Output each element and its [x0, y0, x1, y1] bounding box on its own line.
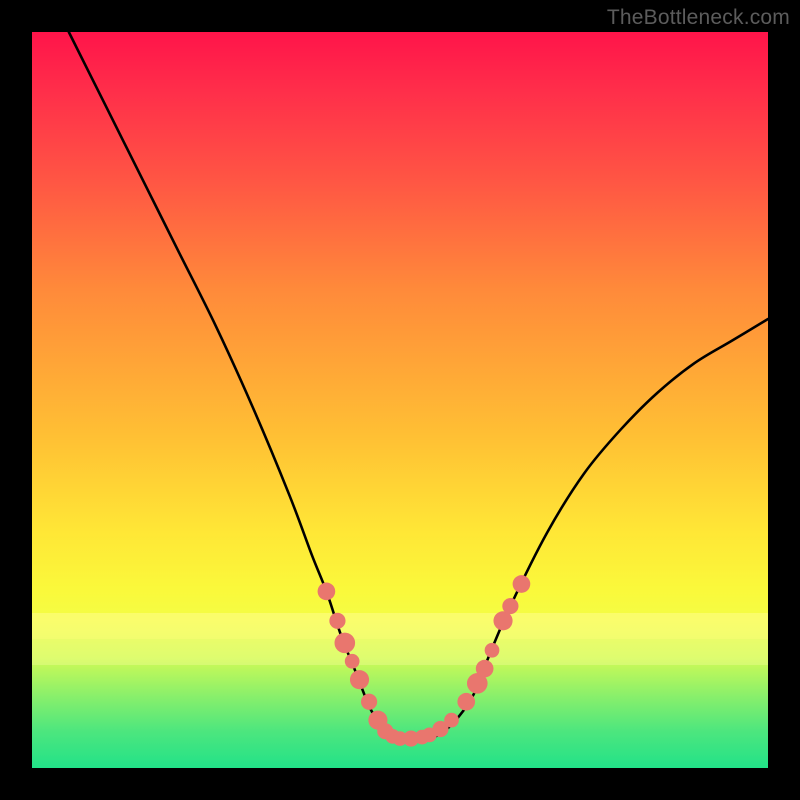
highlight-dot — [476, 660, 494, 678]
highlight-dot — [329, 613, 345, 629]
highlight-dot — [350, 670, 369, 689]
watermark-text: TheBottleneck.com — [607, 6, 790, 30]
highlight-dot — [361, 694, 377, 710]
highlight-dot — [513, 575, 531, 593]
highlight-dot — [444, 713, 459, 728]
chart-svg — [32, 32, 768, 768]
highlight-dot — [502, 598, 518, 614]
chart-plot-area — [32, 32, 768, 768]
highlight-dot — [334, 633, 355, 654]
highlight-dot — [345, 654, 360, 669]
highlight-dot — [318, 583, 336, 601]
highlight-dot — [457, 693, 475, 711]
highlight-dot — [485, 643, 500, 658]
highlight-dots-group — [318, 575, 531, 746]
bottleneck-curve — [69, 32, 768, 739]
